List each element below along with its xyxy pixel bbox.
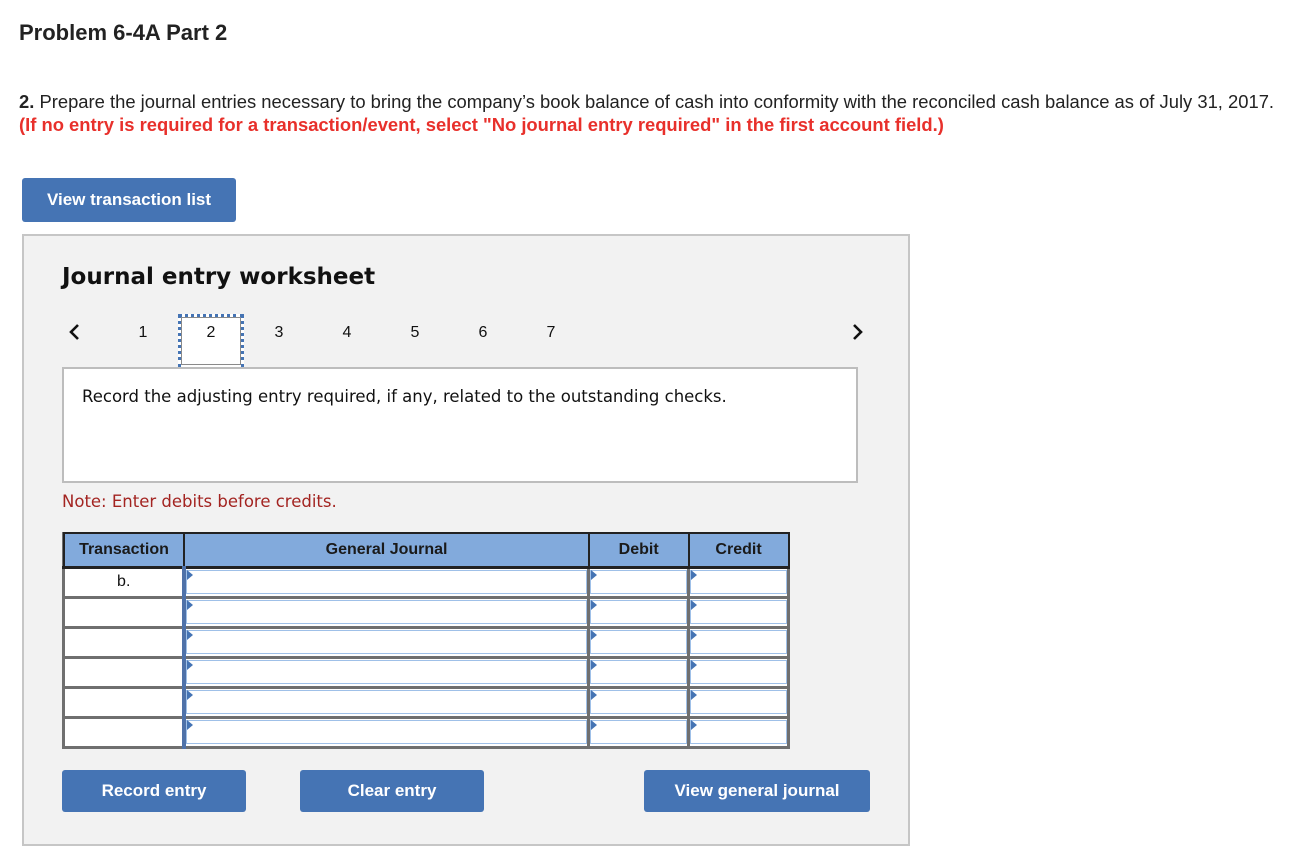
transaction-cell [62,655,186,689]
account-input-cell [182,685,591,719]
credit-input-cell [687,595,790,629]
debit-input[interactable] [590,630,688,654]
page-tab-4[interactable]: 4 [314,314,380,368]
debit-input-cell [587,595,691,629]
credit-input-cell [687,565,790,599]
previous-button[interactable] [62,320,86,344]
instruction-text: Prepare the journal entries necessary to… [34,91,1275,112]
debit-input-cell [587,715,691,749]
debit-input-cell [587,655,691,689]
table-header-row: Transaction General Journal Debit Credit [62,532,790,569]
transaction-cell: b. [62,565,186,599]
account-input[interactable] [186,570,588,594]
account-input-cell [182,715,591,749]
table-row: b. [62,565,790,599]
account-input[interactable] [186,690,588,714]
credit-input-cell [687,715,790,749]
entry-prompt-box: Record the adjusting entry required, if … [62,367,858,483]
credit-input-cell [687,655,790,689]
credit-input[interactable] [690,660,787,684]
table-row [62,625,790,659]
credit-input[interactable] [690,570,787,594]
account-input-cell [182,655,591,689]
debit-input[interactable] [590,660,688,684]
account-input[interactable] [186,630,588,654]
debit-input[interactable] [590,570,688,594]
header-credit: Credit [687,532,790,569]
credit-input-cell [687,685,790,719]
transaction-cell [62,685,186,719]
next-button[interactable] [846,320,870,344]
credit-input[interactable] [690,630,787,654]
account-input-cell [182,595,591,629]
entry-prompt-text: Record the adjusting entry required, if … [82,387,727,406]
worksheet-title: Journal entry worksheet [62,264,376,290]
account-input-cell [182,565,591,599]
debit-input-cell [587,565,691,599]
header-transaction: Transaction [62,532,186,569]
journal-entry-worksheet: Journal entry worksheet 1234567 Record t… [22,234,910,846]
transaction-cell [62,715,186,749]
header-debit: Debit [587,532,690,569]
credit-input-cell [687,625,790,659]
instructions: 2. Prepare the journal entries necessary… [19,90,1284,136]
table-row [62,685,790,719]
account-input[interactable] [186,660,588,684]
chevron-right-icon [853,324,863,340]
page-tab-3[interactable]: 3 [246,314,312,368]
page-tab-1[interactable]: 1 [110,314,176,368]
chevron-left-icon [69,324,79,340]
page-tab-6[interactable]: 6 [450,314,516,368]
page-tab-7[interactable]: 7 [518,314,584,368]
note-text: Note: Enter debits before credits. [62,492,337,511]
page-tab-5[interactable]: 5 [382,314,448,368]
header-general-journal: General Journal [183,532,590,569]
debit-input[interactable] [590,720,688,744]
page-tab-2[interactable]: 2 [178,314,244,368]
table-row [62,655,790,689]
debit-input-cell [587,625,691,659]
debit-input[interactable] [590,600,688,624]
credit-input[interactable] [690,690,787,714]
clear-entry-button[interactable]: Clear entry [300,770,484,812]
credit-input[interactable] [690,720,787,744]
transaction-cell [62,595,186,629]
account-input-cell [182,625,591,659]
instruction-warning: (If no entry is required for a transacti… [19,114,944,135]
table-row [62,715,790,749]
journal-table: Transaction General Journal Debit Credit… [62,532,790,749]
record-entry-button[interactable]: Record entry [62,770,246,812]
credit-input[interactable] [690,600,787,624]
page-title: Problem 6-4A Part 2 [19,20,228,45]
debit-input-cell [587,685,691,719]
view-transaction-list-button[interactable]: View transaction list [22,178,236,222]
table-row [62,595,790,629]
account-input[interactable] [186,720,588,744]
debit-input[interactable] [590,690,688,714]
transaction-cell [62,625,186,659]
view-general-journal-button[interactable]: View general journal [644,770,870,812]
account-input[interactable] [186,600,588,624]
instruction-number: 2. [19,91,35,112]
